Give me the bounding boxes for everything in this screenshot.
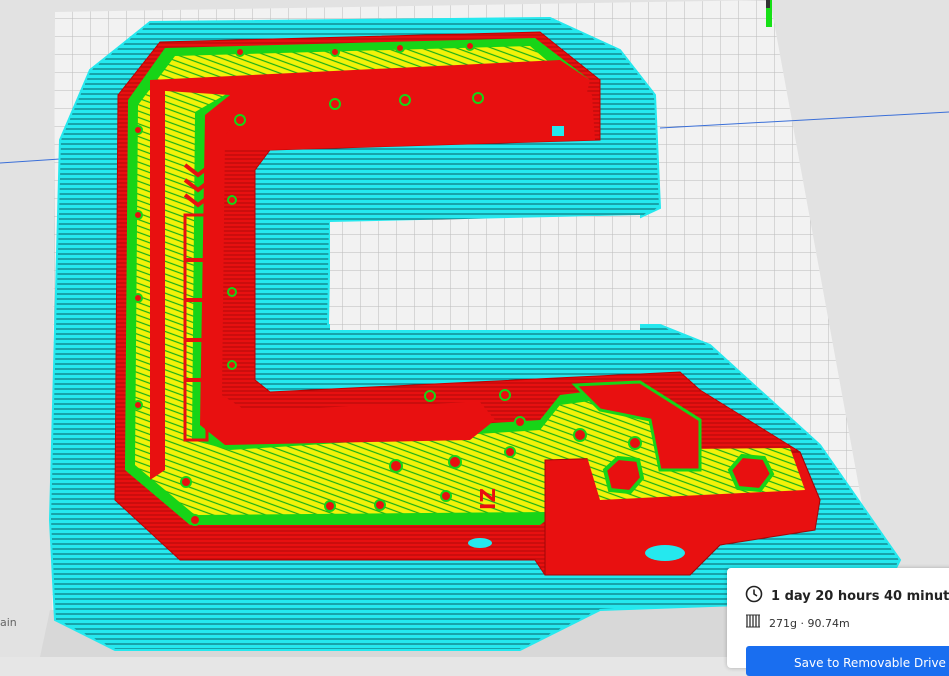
hex-hole-left	[602, 455, 645, 495]
part-inner-channel-lower	[150, 80, 165, 480]
build-plate-viewport[interactable]: apux IZ	[0, 0, 949, 657]
bottom-hole-small	[468, 538, 492, 548]
save-to-removable-drive-button[interactable]: Save to Removable Drive	[746, 646, 949, 676]
stage-label: ain	[0, 616, 17, 629]
clock-icon	[745, 585, 763, 607]
bottom-hole	[645, 545, 685, 561]
hex-hole-right	[727, 453, 775, 493]
skirt-inner-grid	[330, 215, 640, 330]
print-time: 1 day 20 hours 40 minutes	[771, 588, 949, 604]
origin-cube	[766, 0, 770, 8]
slot-hole	[552, 126, 564, 136]
print-info-panel: 1 day 20 hours 40 minutes 271g · 90.74m …	[727, 568, 949, 676]
material-row: 271g · 90.74m	[745, 613, 850, 633]
material-usage: 271g · 90.74m	[769, 616, 850, 630]
spool-icon	[745, 613, 761, 633]
part-engraving-number: IZ	[476, 488, 500, 510]
print-time-row: 1 day 20 hours 40 minutes	[745, 585, 949, 607]
